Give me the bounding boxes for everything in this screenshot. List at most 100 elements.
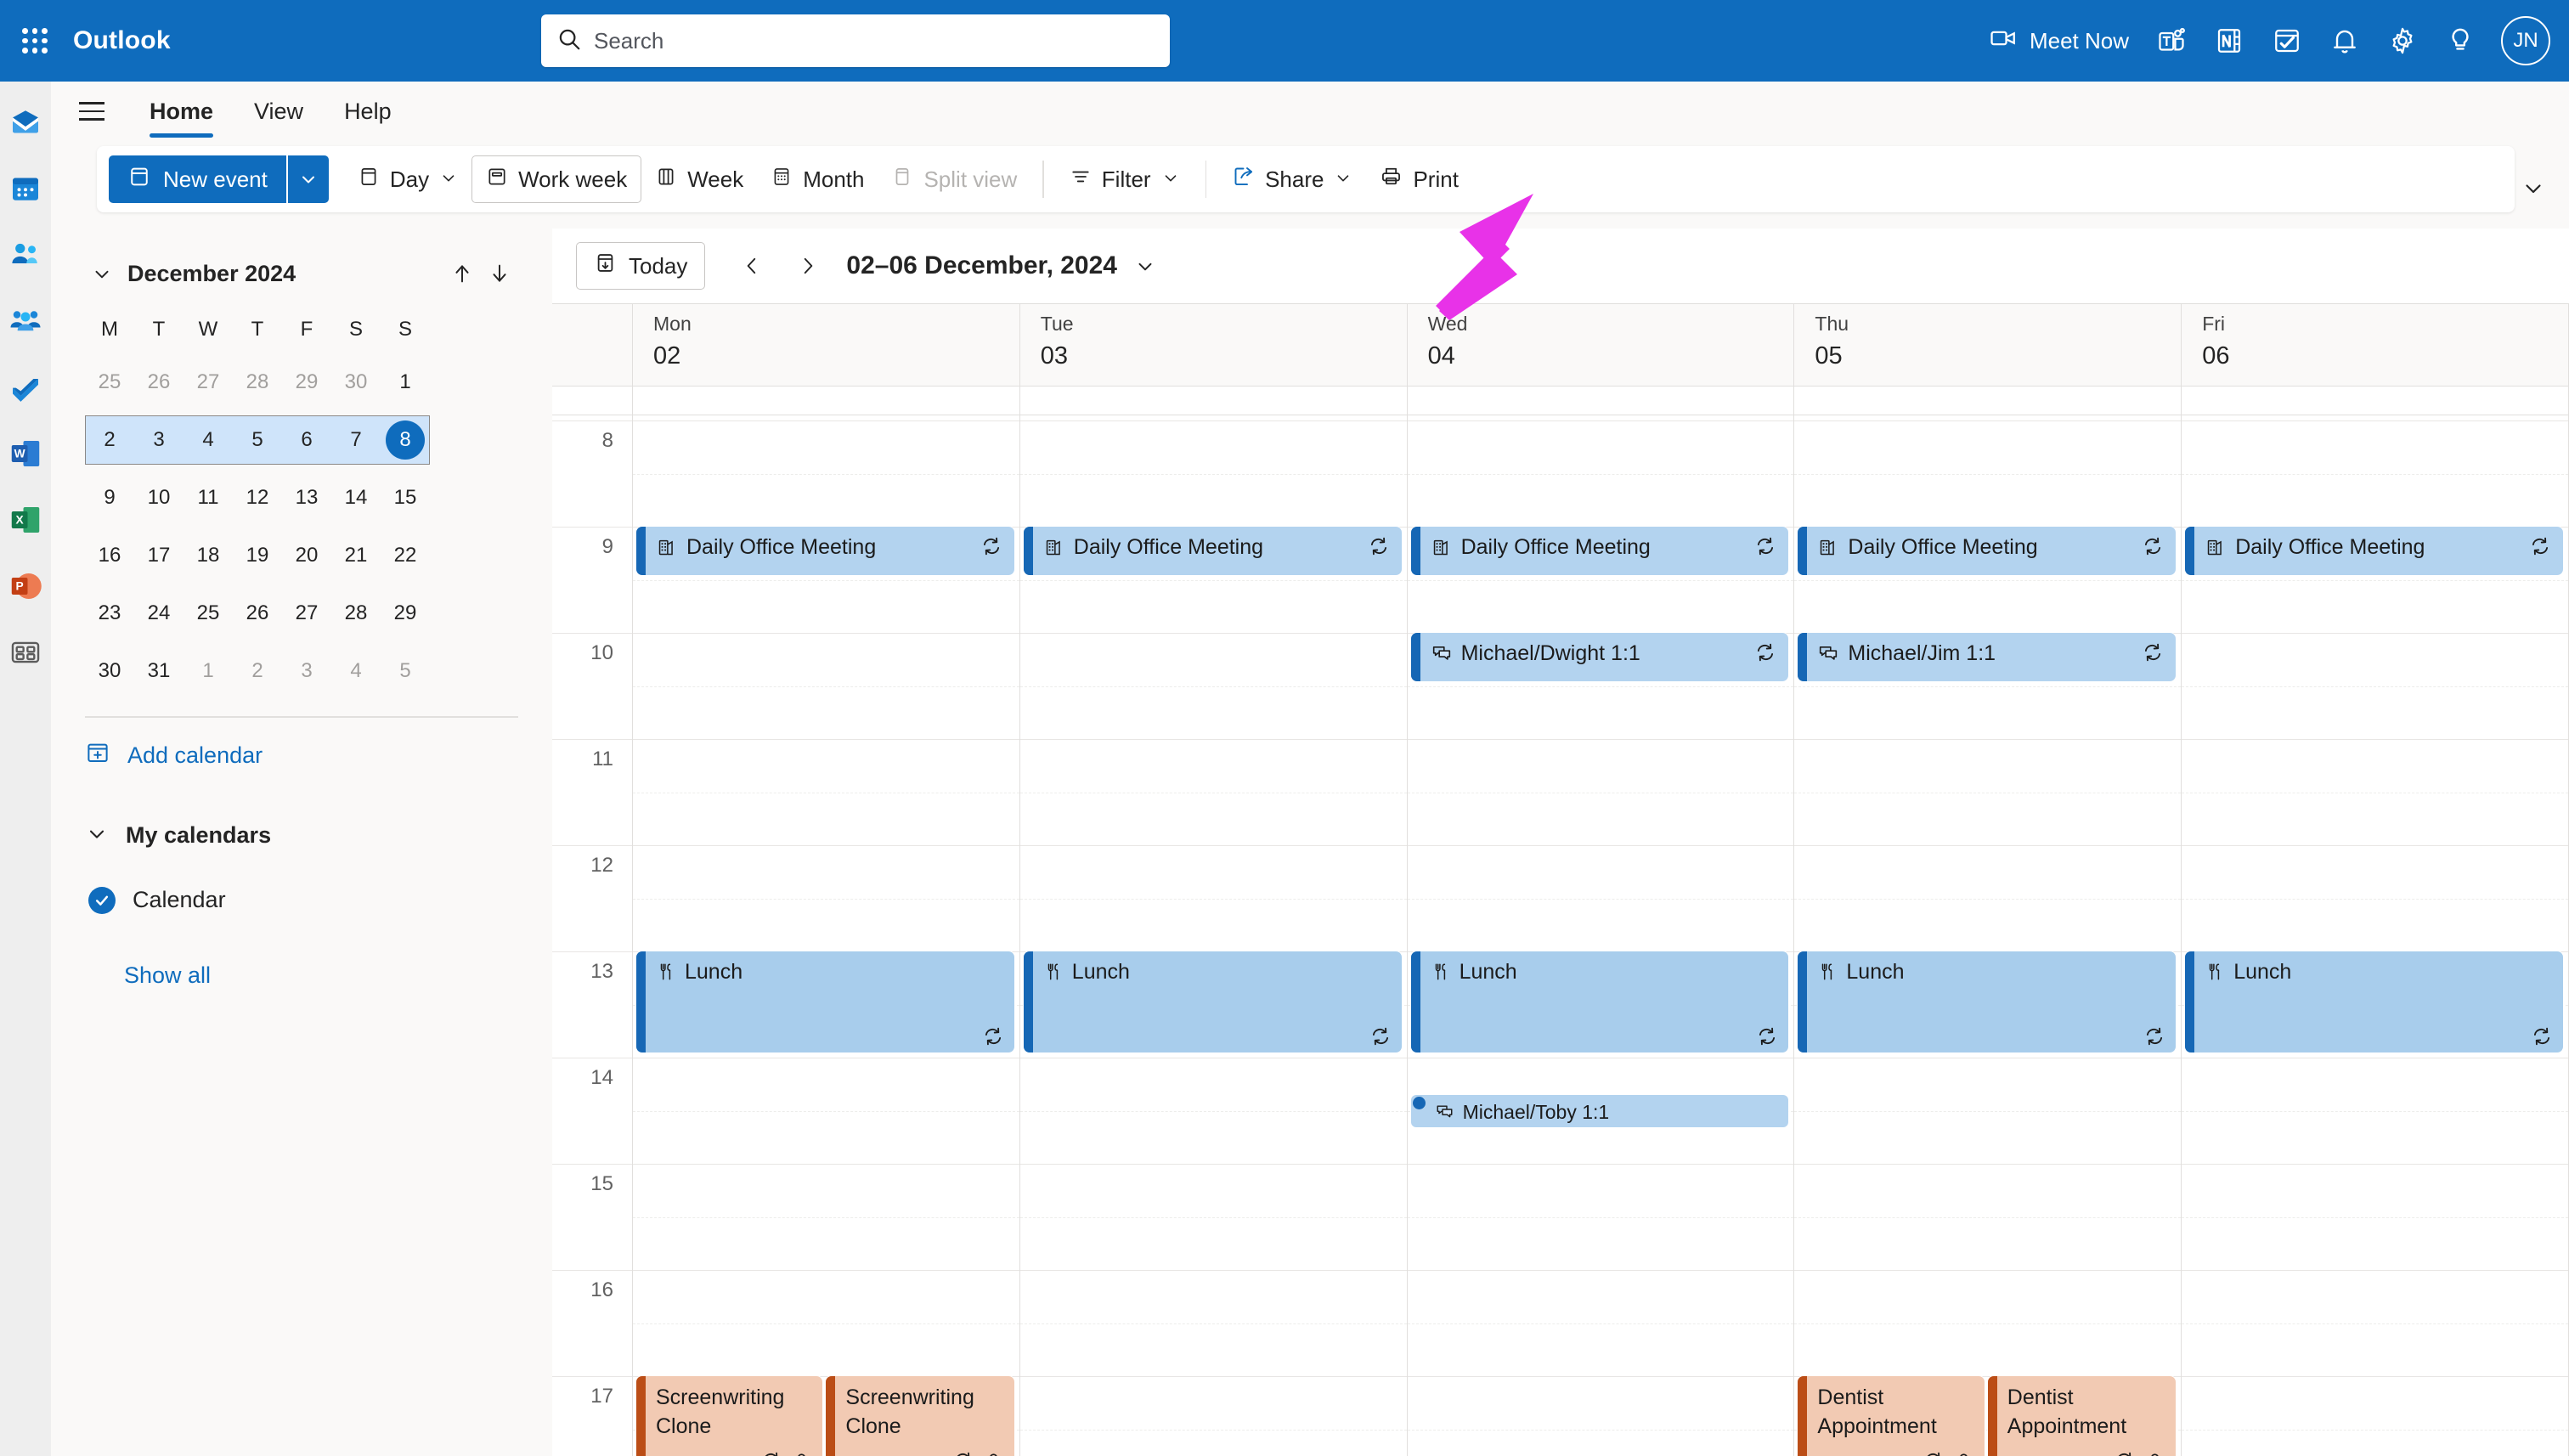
add-calendar-button[interactable]: Add calendar xyxy=(85,730,518,782)
chevron-down-icon[interactable] xyxy=(439,166,458,193)
hamburger-menu-icon[interactable] xyxy=(70,89,114,133)
day-column-wed[interactable]: Daily Office Meeting Michael/Dwight 1:1 Lu… xyxy=(1407,415,1795,1456)
mini-calendar-day[interactable]: 21 xyxy=(331,531,381,580)
mini-calendar-day[interactable]: 4 xyxy=(331,646,381,696)
search-input[interactable] xyxy=(594,27,1155,54)
calendar-event[interactable]: Daily Office Meeting xyxy=(2185,527,2563,575)
mini-calendar-day[interactable]: 23 xyxy=(85,589,134,638)
mini-calendar-day[interactable]: 8 xyxy=(381,415,430,465)
todo-icon[interactable] xyxy=(2258,10,2316,71)
app-launcher-waffle-icon[interactable] xyxy=(15,21,54,60)
day-column-thu[interactable]: Daily Office Meeting Michael/Jim 1:1 Lunch… xyxy=(1794,415,2182,1456)
chevron-down-icon[interactable] xyxy=(1161,166,1180,193)
day-column-fri[interactable]: Daily Office Meeting Lunch xyxy=(2182,415,2569,1456)
notifications-bell-icon[interactable] xyxy=(2316,10,2374,71)
day-column-tue[interactable]: Daily Office Meeting Lunch xyxy=(1019,415,1408,1456)
mini-calendar-day[interactable]: 11 xyxy=(184,473,233,522)
day-header-mon[interactable]: Mon 02 xyxy=(633,304,1020,386)
mini-calendar-day[interactable]: 10 xyxy=(134,473,184,522)
teams-icon[interactable] xyxy=(2143,10,2200,71)
mini-calendar-day[interactable]: 27 xyxy=(282,589,331,638)
mini-calendar-day[interactable]: 28 xyxy=(233,358,282,407)
meet-now-button[interactable]: Meet Now xyxy=(1975,10,2143,71)
mini-calendar-day[interactable]: 31 xyxy=(134,646,184,696)
calendar-event[interactable]: Dentist Appointment xyxy=(1987,1376,2177,1456)
calendar-event[interactable]: Lunch xyxy=(1023,951,1402,1052)
day-header-fri[interactable]: Fri 06 xyxy=(2182,304,2569,386)
mini-calendar-day[interactable]: 4 xyxy=(184,415,233,465)
ribbon-collapse-chevron-icon[interactable] xyxy=(2516,171,2550,205)
mini-calendar-day[interactable]: 1 xyxy=(381,358,430,407)
new-event-caret-icon[interactable] xyxy=(287,155,329,203)
previous-week-arrow-icon[interactable] xyxy=(729,243,775,289)
mini-calendar-day[interactable]: 5 xyxy=(233,415,282,465)
today-button[interactable]: Today xyxy=(576,242,706,290)
calendar-event[interactable]: Michael/Dwight 1:1 xyxy=(1410,633,1789,681)
rail-item-todo[interactable] xyxy=(3,365,48,409)
rail-item-excel[interactable]: X xyxy=(3,498,48,542)
mini-calendar-day[interactable]: 28 xyxy=(331,589,381,638)
calendar-grid-scroll[interactable]: 89101112131415161718 Daily Office Meetin… xyxy=(552,415,2569,1456)
mini-calendar-day[interactable]: 7 xyxy=(331,415,381,465)
calendar-event[interactable]: Lunch xyxy=(1798,951,2177,1052)
mini-calendar-day[interactable]: 3 xyxy=(282,646,331,696)
calendar-event[interactable]: Daily Office Meeting xyxy=(1023,527,1402,575)
mini-calendar-day[interactable]: 30 xyxy=(85,646,134,696)
mini-calendar-day[interactable]: 30 xyxy=(331,358,381,407)
mini-calendar-day[interactable]: 14 xyxy=(331,473,381,522)
rail-item-powerpoint[interactable]: P xyxy=(3,564,48,608)
mini-calendar-day[interactable]: 5 xyxy=(381,646,430,696)
tab-home[interactable]: Home xyxy=(129,90,234,138)
week-view-button[interactable]: Week xyxy=(641,155,757,203)
calendar-event[interactable]: Lunch xyxy=(1410,951,1789,1052)
calendar-event[interactable]: Daily Office Meeting xyxy=(1798,527,2177,575)
all-day-cell[interactable] xyxy=(1020,387,1408,415)
mini-calendar-day[interactable]: 25 xyxy=(85,358,134,407)
date-range-chevron-down-icon[interactable] xyxy=(1126,246,1165,285)
rail-item-word[interactable]: W xyxy=(3,432,48,476)
all-day-cell[interactable] xyxy=(633,387,1020,415)
mini-calendar-prev-arrow-icon[interactable] xyxy=(443,255,481,292)
avatar[interactable]: JN xyxy=(2501,16,2550,65)
mini-calendar-day[interactable]: 2 xyxy=(233,646,282,696)
all-day-cell[interactable] xyxy=(2182,387,2569,415)
tab-help[interactable]: Help xyxy=(324,90,412,133)
my-calendars-group-header[interactable]: My calendars xyxy=(85,810,518,862)
mini-calendar-day[interactable]: 16 xyxy=(85,531,134,580)
mini-calendar-day[interactable]: 29 xyxy=(282,358,331,407)
show-all-calendars-link[interactable]: Show all xyxy=(85,962,518,989)
mini-calendar-next-arrow-icon[interactable] xyxy=(481,255,518,292)
calendar-event[interactable]: Michael/Jim 1:1 xyxy=(1798,633,2177,681)
mini-calendar-day[interactable]: 24 xyxy=(134,589,184,638)
mini-calendar-day[interactable]: 3 xyxy=(134,415,184,465)
calendar-event[interactable]: Lunch xyxy=(636,951,1014,1052)
chevron-down-icon[interactable] xyxy=(1334,166,1352,193)
rail-item-mail[interactable] xyxy=(3,100,48,144)
work-week-view-button[interactable]: Work week xyxy=(471,155,642,203)
calendar-event[interactable]: Lunch xyxy=(2185,951,2563,1052)
day-header-wed[interactable]: Wed 04 xyxy=(1408,304,1795,386)
mini-calendar-day[interactable]: 15 xyxy=(381,473,430,522)
settings-gear-icon[interactable] xyxy=(2374,10,2431,71)
day-header-thu[interactable]: Thu 05 xyxy=(1794,304,2182,386)
mini-calendar-day[interactable]: 26 xyxy=(134,358,184,407)
share-button[interactable]: Share xyxy=(1218,155,1366,203)
mini-calendar-day[interactable]: 13 xyxy=(282,473,331,522)
calendar-event[interactable]: Daily Office Meeting xyxy=(1410,527,1789,575)
mini-calendar-day[interactable]: 1 xyxy=(184,646,233,696)
mini-calendar-day[interactable]: 27 xyxy=(184,358,233,407)
print-button[interactable]: Print xyxy=(1366,155,1471,203)
calendar-event[interactable]: Screenwriting Clone xyxy=(826,1376,1014,1456)
rail-item-groups[interactable] xyxy=(3,299,48,343)
month-view-button[interactable]: Month xyxy=(757,155,878,203)
mini-calendar-day[interactable]: 22 xyxy=(381,531,430,580)
mini-calendar-day[interactable]: 9 xyxy=(85,473,134,522)
mini-calendar-day[interactable]: 20 xyxy=(282,531,331,580)
day-view-button[interactable]: Day xyxy=(344,155,471,203)
calendar-event[interactable]: Michael/Toby 1:1 xyxy=(1410,1094,1789,1127)
tips-lightbulb-icon[interactable] xyxy=(2431,10,2489,71)
mini-calendar-day[interactable]: 12 xyxy=(233,473,282,522)
calendar-checked-icon[interactable] xyxy=(88,886,116,914)
tab-view[interactable]: View xyxy=(234,90,324,133)
filter-button[interactable]: Filter xyxy=(1056,155,1194,203)
